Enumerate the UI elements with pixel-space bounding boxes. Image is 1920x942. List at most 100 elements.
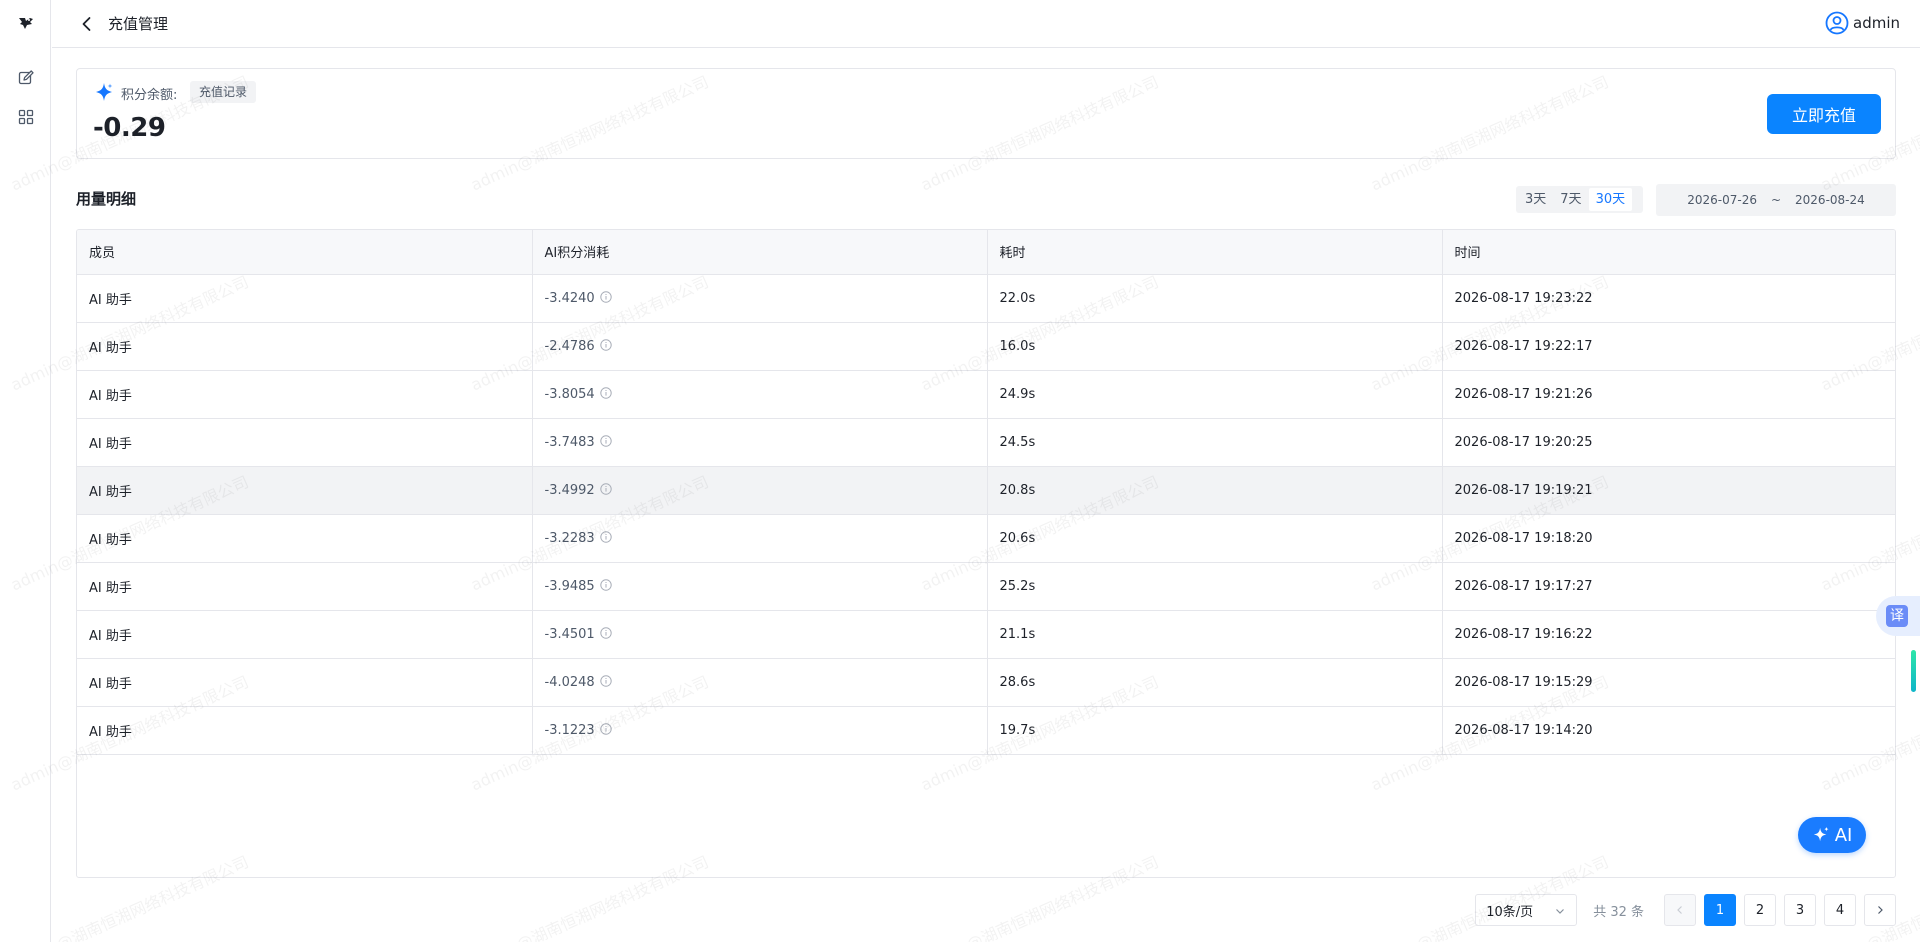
range-7-days[interactable]: 7天 [1553, 188, 1588, 211]
cell-member: AI 助手 [77, 562, 533, 611]
cell-cost: -4.0248 [532, 658, 988, 707]
info-circle-icon[interactable] [599, 530, 612, 543]
pagination: 10条/页 共 32 条 1 2 3 4 [1475, 894, 1896, 926]
cell-cost: -3.2283 [532, 514, 988, 563]
cost-value: -3.4240 [544, 290, 595, 306]
table-row: AI 助手 -3.8054 24.9s 2026-08-17 19:21:26 [77, 370, 1895, 419]
cell-member: AI 助手 [77, 610, 533, 659]
range-segmented-control: 3天 7天 30天 [1516, 186, 1643, 213]
cell-member: AI 助手 [77, 418, 533, 467]
cell-cost: -3.1223 [532, 706, 988, 755]
user-circle-icon [1825, 11, 1849, 35]
chevron-left-icon[interactable] [78, 15, 96, 33]
cost-value: -3.4992 [544, 482, 595, 498]
translate-button[interactable]: 译 [1876, 596, 1920, 636]
recharge-record-tag[interactable]: 充值记录 [190, 81, 257, 103]
cell-time: 2026-08-17 19:15:29 [1442, 658, 1895, 707]
table-header-row: 成员 AI积分消耗 耗时 时间 [77, 230, 1895, 275]
chevron-down-icon [1556, 909, 1565, 914]
column-header-cost: AI积分消耗 [532, 230, 988, 275]
ai-assistant-button[interactable]: AI [1798, 817, 1866, 853]
cell-duration: 19.7s [987, 706, 1443, 755]
info-circle-icon[interactable] [599, 386, 612, 399]
cell-cost: -3.4501 [532, 610, 988, 659]
ai-button-label: AI [1834, 824, 1853, 846]
cell-time: 2026-08-17 19:17:27 [1442, 562, 1895, 611]
column-header-duration: 耗时 [987, 230, 1443, 275]
top-header: 充值管理 admin [52, 0, 1920, 48]
sidebar [0, 0, 51, 942]
info-circle-icon[interactable] [599, 338, 612, 351]
info-circle-icon[interactable] [599, 722, 612, 735]
cell-cost: -3.7483 [532, 418, 988, 467]
cell-cost: -3.9485 [532, 562, 988, 611]
cell-duration: 24.5s [987, 418, 1443, 467]
info-circle-icon[interactable] [599, 578, 612, 591]
total-count: 共 32 条 [1593, 904, 1644, 920]
range-3-days[interactable]: 3天 [1518, 188, 1553, 211]
cost-value: -3.2283 [544, 530, 595, 546]
bird-logo-icon[interactable] [17, 14, 35, 32]
table-row: AI 助手 -3.9485 25.2s 2026-08-17 19:17:27 [77, 562, 1895, 611]
cell-time: 2026-08-17 19:18:20 [1442, 514, 1895, 563]
info-circle-icon[interactable] [599, 626, 612, 639]
cell-duration: 20.8s [987, 466, 1443, 515]
cell-member: AI 助手 [77, 274, 533, 323]
cell-cost: -2.4786 [532, 322, 988, 371]
cell-duration: 20.6s [987, 514, 1443, 563]
cell-member: AI 助手 [77, 466, 533, 515]
cell-time: 2026-08-17 19:23:22 [1442, 274, 1895, 323]
cell-duration: 28.6s [987, 658, 1443, 707]
prev-page-button[interactable] [1664, 894, 1696, 926]
page-size-select[interactable]: 10条/页 [1475, 894, 1578, 926]
app: 充值管理 admin 积分余额: 充值记录 -0.29 立即充值 用量明细 3天… [0, 0, 1920, 942]
info-circle-icon[interactable] [599, 674, 612, 687]
cell-time: 2026-08-17 19:22:17 [1442, 322, 1895, 371]
table-row: AI 助手 -3.4992 20.8s 2026-08-17 19:19:21 [77, 466, 1895, 515]
table-row: AI 助手 -3.7483 24.5s 2026-08-17 19:20:25 [77, 418, 1895, 467]
page-1-button[interactable]: 1 [1704, 894, 1736, 926]
info-circle-icon[interactable] [599, 434, 612, 447]
balance-value: -0.29 [93, 113, 166, 143]
cell-duration: 25.2s [987, 562, 1443, 611]
balance-label: 积分余额: [121, 88, 178, 103]
table-row: AI 助手 -3.4240 22.0s 2026-08-17 19:23:22 [77, 274, 1895, 323]
date-start[interactable]: 2026-07-26 [1687, 193, 1757, 207]
cell-member: AI 助手 [77, 322, 533, 371]
edit-icon[interactable] [17, 69, 35, 87]
cell-cost: -3.8054 [532, 370, 988, 419]
page-title: 充值管理 [108, 15, 169, 33]
page-4-button[interactable]: 4 [1824, 894, 1856, 926]
cell-member: AI 助手 [77, 370, 533, 419]
date-range-picker[interactable]: 2026-07-26 ~ 2026-08-24 [1656, 184, 1896, 216]
cell-duration: 21.1s [987, 610, 1443, 659]
cost-value: -3.4501 [544, 626, 595, 642]
scroll-indicator[interactable] [1911, 650, 1916, 692]
recharge-now-button[interactable]: 立即充值 [1767, 94, 1881, 134]
table-row: AI 助手 -2.4786 16.0s 2026-08-17 19:22:17 [77, 322, 1895, 371]
cost-value: -3.8054 [544, 386, 595, 402]
user-menu[interactable]: admin [1825, 11, 1900, 35]
page-3-button[interactable]: 3 [1784, 894, 1816, 926]
cell-cost: -3.4992 [532, 466, 988, 515]
table-row: AI 助手 -3.4501 21.1s 2026-08-17 19:16:22 [77, 610, 1895, 659]
cell-time: 2026-08-17 19:16:22 [1442, 610, 1895, 659]
cell-time: 2026-08-17 19:14:20 [1442, 706, 1895, 755]
date-end[interactable]: 2026-08-24 [1795, 193, 1865, 207]
table-row: AI 助手 -4.0248 28.6s 2026-08-17 19:15:29 [77, 658, 1895, 707]
translate-icon: 译 [1886, 605, 1908, 627]
cell-time: 2026-08-17 19:19:21 [1442, 466, 1895, 515]
range-30-days[interactable]: 30天 [1588, 188, 1633, 211]
page-2-button[interactable]: 2 [1744, 894, 1776, 926]
info-circle-icon[interactable] [599, 290, 612, 303]
chevron-left-icon [1677, 906, 1682, 914]
info-circle-icon[interactable] [599, 482, 612, 495]
chevron-right-icon [1878, 906, 1883, 914]
date-separator: ~ [1770, 193, 1782, 207]
grid-icon[interactable] [17, 108, 35, 126]
cell-member: AI 助手 [77, 658, 533, 707]
cell-member: AI 助手 [77, 706, 533, 755]
next-page-button[interactable] [1864, 894, 1896, 926]
table-row: AI 助手 -3.1223 19.7s 2026-08-17 19:14:20 [77, 706, 1895, 755]
usage-table: 成员 AI积分消耗 耗时 时间 AI 助手 -3.4240 22.0s 2026-08… [76, 229, 1896, 878]
